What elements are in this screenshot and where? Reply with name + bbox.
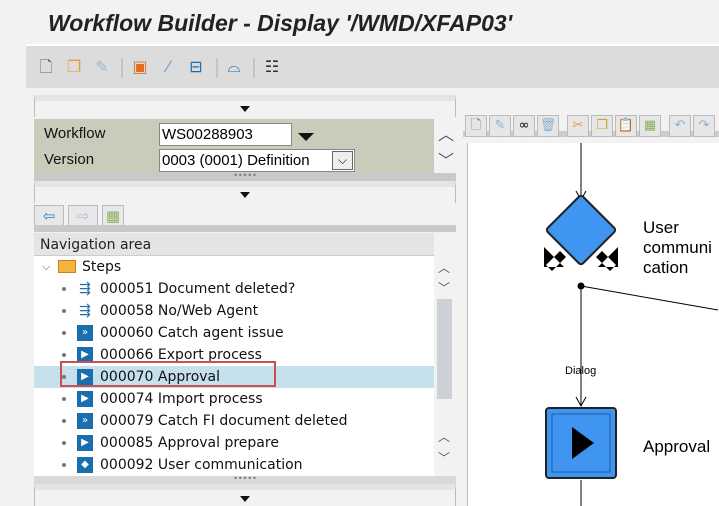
scroll-up-icon[interactable]: ︿ [438, 259, 450, 276]
redo-icon[interactable]: ↷ [693, 115, 715, 137]
wand-icon[interactable]: ⁄ [158, 56, 178, 78]
node-label: communication [643, 238, 712, 277]
bullet-icon [62, 309, 66, 313]
copy-icon[interactable]: ❐ [64, 56, 84, 78]
bullet-icon [62, 397, 66, 401]
version-label: Version [44, 151, 95, 168]
tree-step-label: 000079 Catch FI document deleted [100, 413, 348, 429]
activity-icon: ▶ [77, 435, 93, 451]
tree-step-label: 000092 User communication [100, 457, 303, 473]
edge-branch [580, 285, 719, 311]
delete-icon[interactable]: 🗑 [537, 115, 559, 137]
workflow-form: Workflow WS00288903 0003 (0001) Definiti… [34, 119, 434, 173]
tree-root-steps[interactable]: ⌵ Steps [34, 256, 434, 278]
collapse-arrow-icon[interactable] [240, 496, 250, 502]
navigation-header: Navigation area [34, 233, 434, 256]
tree-root-label: Steps [82, 259, 122, 275]
object-link-icon[interactable]: ▣ [130, 56, 150, 78]
tree-step-item[interactable]: ⇶ 000058 No/Web Agent [34, 300, 434, 322]
left-panel: Workflow WS00288903 0003 (0001) Definiti… [34, 95, 456, 506]
user-decision-node[interactable] [544, 194, 618, 271]
binding-icon[interactable]: ⊟ [186, 56, 206, 78]
bullet-icon [62, 287, 66, 291]
cut-icon[interactable]: ✂ [567, 115, 589, 137]
workflow-input[interactable]: WS00288903 [159, 123, 292, 146]
collapse-strip-3[interactable] [34, 484, 456, 506]
tree-step-label: 000058 No/Web Agent [100, 303, 259, 319]
collapse-arrow-icon[interactable] [240, 106, 250, 112]
tree-step-item[interactable]: » 000079 Catch FI document deleted [34, 410, 434, 432]
node-label: User [643, 218, 679, 237]
navigation-toolbar: ⇦ ⇨ ▦ [34, 203, 456, 227]
edge-label: Dialog [565, 365, 597, 377]
main-toolbar: 🗋 ❐ ✎ ▣ ⁄ ⊟ ⌓ ☷ [26, 44, 719, 88]
graphic-panel: 🗋 ✎ ∞ 🗑 ✂ ❐ 📋 ▦ ↶ ↷ User communication D… [463, 95, 719, 506]
workflow-label: Workflow [44, 125, 106, 142]
bullet-icon [62, 331, 66, 335]
insert-block-icon[interactable]: ▦ [639, 115, 661, 137]
toolbar-separator [253, 58, 255, 78]
workflow-canvas[interactable]: User communication Dialog Approval [467, 143, 719, 506]
tree-view-icon[interactable]: ▦ [102, 205, 124, 227]
graphic-toolbar: 🗋 ✎ ∞ 🗑 ✂ ❐ 📋 ▦ ↶ ↷ [463, 107, 719, 137]
paste-icon[interactable]: 📋 [615, 115, 637, 137]
tree-step-item[interactable]: ▶ 000085 Approval prepare [34, 432, 434, 454]
tree-step-item[interactable]: ◆ 000092 User communication [34, 454, 434, 476]
scroll-down-icon[interactable]: ﹀ [438, 449, 450, 466]
bullet-icon [62, 353, 66, 357]
activity-icon: ▶ [77, 391, 93, 407]
highlight-box [60, 361, 276, 387]
chevron-down-icon[interactable]: ⌵ [332, 151, 353, 170]
event-icon: » [77, 413, 93, 429]
collapse-arrow-icon[interactable] [240, 192, 250, 198]
bullet-icon [62, 419, 66, 423]
scroll-thumb[interactable] [437, 299, 452, 399]
branch-icon: ⇶ [79, 281, 91, 297]
tree-step-label: 000051 Document deleted? [100, 281, 296, 297]
bullet-icon [62, 441, 66, 445]
chevron-down-icon[interactable]: ⌵ [42, 256, 50, 278]
version-select[interactable]: 0003 (0001) Definition ⌵ [159, 149, 355, 172]
glasses-icon[interactable]: ∞ [513, 115, 535, 137]
activity-node-approval[interactable] [545, 407, 617, 479]
tree-step-label: 000085 Approval prepare [100, 435, 279, 451]
collapse-strip[interactable] [34, 95, 456, 117]
splitter[interactable]: ••••• [34, 172, 456, 181]
new-icon[interactable]: 🗋 [465, 115, 487, 137]
tree-step-item[interactable]: ⇶ 000051 Document deleted? [34, 278, 434, 300]
undo-icon[interactable]: ↶ [669, 115, 691, 137]
splitter[interactable]: ••••• [34, 475, 456, 484]
forward-button[interactable]: ⇨ [68, 205, 98, 227]
folder-open-icon [58, 260, 76, 273]
bullet-icon [62, 463, 66, 467]
tree-step-label: 000060 Catch agent issue [100, 325, 284, 341]
back-button[interactable]: ⇦ [34, 205, 64, 227]
tree-step-item[interactable]: » 000060 Catch agent issue [34, 322, 434, 344]
new-icon[interactable]: 🗋 [36, 56, 56, 78]
window-title: Workflow Builder - Display '/WMD/XFAP03' [48, 10, 513, 36]
scroll-down-icon[interactable]: ﹀ [438, 279, 450, 296]
edit-icon[interactable]: ✎ [489, 115, 511, 137]
tree-scrollbar[interactable]: ︿ ﹀ ︿ ﹀ [434, 233, 456, 476]
branch-icon: ⇶ [79, 303, 91, 319]
tree-step-label: 000074 Import process [100, 391, 263, 407]
copy-icon[interactable]: ❐ [591, 115, 613, 137]
event-icon: » [77, 325, 93, 341]
user-decision-icon: ◆ [77, 457, 93, 473]
toolbar-separator [216, 58, 218, 78]
hat-icon[interactable]: ⌓ [224, 56, 244, 78]
divider [34, 225, 456, 232]
toolbar-separator [121, 58, 123, 78]
layout-icon[interactable]: ☷ [262, 56, 282, 78]
node-label: Approval [643, 437, 711, 456]
dropdown-arrow-icon[interactable] [298, 133, 314, 141]
version-value: 0003 (0001) Definition [162, 152, 310, 169]
scroll-down-icon[interactable]: ﹀ [438, 147, 454, 171]
collapse-strip-2[interactable] [34, 181, 456, 203]
scroll-up-icon[interactable]: ︿ [438, 428, 450, 445]
tree-step-item[interactable]: ▶ 000074 Import process [34, 388, 434, 410]
glasses-edit-icon[interactable]: ✎ [92, 56, 112, 78]
scroll-up-icon[interactable]: ︿ [438, 121, 454, 145]
